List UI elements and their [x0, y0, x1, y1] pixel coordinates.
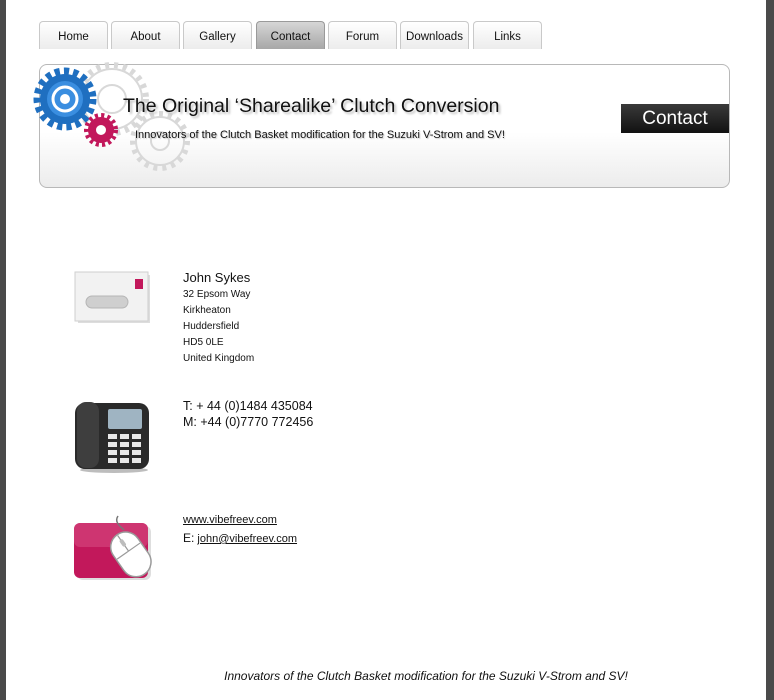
- footer-tagline: Innovators of the Clutch Basket modifica…: [224, 669, 628, 683]
- envelope-icon: [74, 271, 150, 323]
- page-title-badge: Contact: [621, 104, 729, 133]
- tab-downloads[interactable]: Downloads: [400, 21, 469, 49]
- gears-logo-icon: [33, 62, 190, 171]
- site-title: The Original ‘Sharealike’ Clutch Convers…: [123, 95, 500, 117]
- tab-links[interactable]: Links: [473, 21, 542, 49]
- address-line: United Kingdom: [183, 353, 255, 364]
- tab-gallery[interactable]: Gallery: [183, 21, 252, 49]
- email-label: E:: [183, 531, 195, 545]
- address-line: HD5 0LE: [183, 337, 224, 348]
- mouse-icon: [74, 515, 152, 580]
- website-link[interactable]: www.vibefreev.com: [183, 514, 277, 526]
- tab-home[interactable]: Home: [39, 21, 108, 49]
- address-line: 32 Epsom Way: [183, 289, 251, 300]
- telephone-number: T: + 44 (0)1484 435084: [183, 399, 313, 413]
- web-contacts: www.vibefreev.com E: john@vibefreev.com: [183, 511, 297, 548]
- tab-forum[interactable]: Forum: [328, 21, 397, 49]
- phone-numbers: T: + 44 (0)1484 435084 M: +44 (0)7770 77…: [183, 398, 313, 430]
- page: Home About Gallery Contact Forum Downloa…: [6, 0, 766, 700]
- header-banner: The Original ‘Sharealike’ Clutch Convers…: [33, 62, 730, 188]
- site-tagline: Innovators of the Clutch Basket modifica…: [135, 129, 505, 141]
- tab-about[interactable]: About: [111, 21, 180, 49]
- contact-name: John Sykes: [183, 270, 251, 285]
- email-link[interactable]: john@vibefreev.com: [197, 533, 297, 545]
- address-line: Kirkheaton: [183, 305, 231, 316]
- tab-contact[interactable]: Contact: [256, 21, 325, 49]
- address-line: Huddersfield: [183, 321, 240, 332]
- telephone-icon: [75, 402, 149, 473]
- postal-address: 32 Epsom Way Kirkheaton Huddersfield HD5…: [183, 287, 254, 367]
- mobile-number: M: +44 (0)7770 772456: [183, 415, 314, 429]
